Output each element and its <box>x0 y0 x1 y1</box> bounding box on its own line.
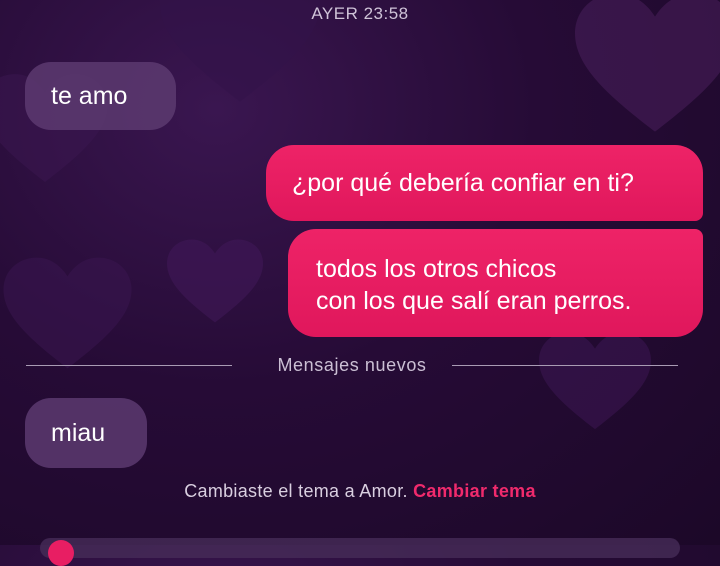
new-messages-divider: Mensajes nuevos <box>26 353 678 377</box>
sent-message-bubble[interactable]: ¿por qué debería confiar en ti? <box>266 145 703 221</box>
chat-thread: AYER 23:58 te amo ¿por qué debería confi… <box>0 0 720 566</box>
composer-bar[interactable] <box>40 538 680 558</box>
message-timestamp: AYER 23:58 <box>311 4 409 23</box>
theme-change-notice: Cambiaste el tema a Amor. Cambiar tema <box>0 479 720 503</box>
message-text: ¿por qué debería confiar en ti? <box>292 169 634 197</box>
theme-notice-text: Cambiaste el tema a Amor. <box>184 481 408 501</box>
message-text: miau <box>51 419 106 447</box>
received-message-bubble[interactable]: te amo <box>25 62 176 130</box>
message-text-line: todos los otros chicos <box>316 255 557 283</box>
camera-button[interactable] <box>48 540 74 566</box>
message-text: te amo <box>51 82 128 110</box>
message-text-line: con los que salí eran perros. <box>316 287 632 315</box>
received-message-bubble[interactable]: miau <box>25 398 147 468</box>
change-theme-link[interactable]: Cambiar tema <box>413 481 536 501</box>
divider-line <box>452 365 678 366</box>
sent-message-bubble[interactable]: todos los otros chicos con los que salí … <box>288 229 703 337</box>
